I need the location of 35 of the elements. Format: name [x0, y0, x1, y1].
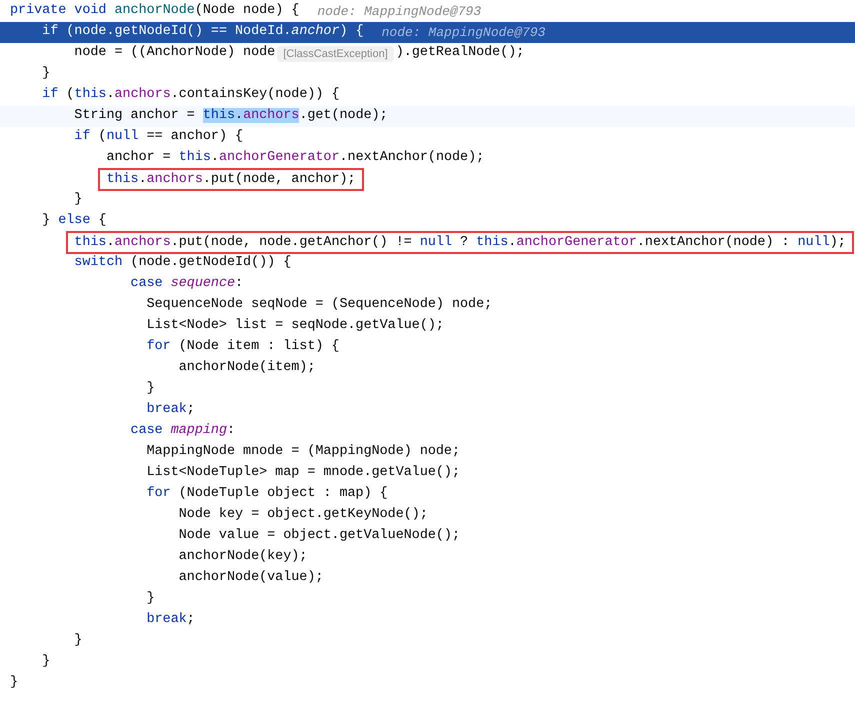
- code-line: }: [146, 590, 155, 608]
- code-line: if (node.getNodeId() == NodeId.anchor) {: [42, 23, 364, 42]
- code-line: switch (node.getNodeId()) {: [74, 254, 292, 272]
- code-line: break;: [146, 611, 195, 630]
- code-line: for (NodeTuple object : map) {: [146, 485, 388, 504]
- code-line: case sequence:: [130, 275, 244, 294]
- code-line: List<NodeTuple> map = mnode.getValue();: [146, 464, 460, 482]
- code-line: ).getRealNode();: [396, 44, 524, 62]
- code-line: }: [74, 191, 82, 210]
- code-line: }: [42, 653, 50, 672]
- code-line: Node value = object.getValueNode();: [178, 527, 460, 546]
- code-line: Node key = object.getKeyNode();: [178, 506, 428, 524]
- code-line: anchorNode(item);: [178, 359, 316, 378]
- code-line: if (this.anchors.containsKey(node)) {: [42, 86, 340, 104]
- code-line: }: [10, 674, 18, 692]
- code-line: break;: [146, 401, 195, 420]
- code-line: anchorNode(key);: [178, 548, 308, 566]
- code-line: private void anchorNode(Node node) {: [10, 2, 300, 20]
- code-line: if (null == anchor) {: [74, 128, 244, 146]
- code-line: }: [146, 380, 155, 398]
- code-line: SequenceNode seqNode = (SequenceNode) node;: [146, 296, 492, 314]
- code-line: anchor = this.anchorGenerator.nextAnchor(node);: [106, 149, 484, 168]
- code-line: String anchor = this.anchors.get(node);: [74, 107, 388, 126]
- code-line: case mapping:: [130, 422, 236, 440]
- exception-badge: [ClassCastException]: [277, 46, 394, 62]
- code-line: for (Node item : list) {: [146, 338, 340, 356]
- code-line: node = ((AnchorNode) node: [74, 44, 276, 62]
- code-line: List<Node> list = seqNode.getValue();: [146, 317, 444, 336]
- code-line: } else {: [42, 212, 106, 230]
- code-line: }: [42, 65, 50, 84]
- code-line: }: [74, 632, 82, 650]
- inline-hint: node: MappingNode@793: [317, 2, 482, 21]
- inline-hint: node: MappingNode@793: [382, 24, 546, 42]
- code-line: MappingNode mnode = (MappingNode) node;: [146, 443, 460, 462]
- code-line: anchorNode(value);: [178, 569, 324, 588]
